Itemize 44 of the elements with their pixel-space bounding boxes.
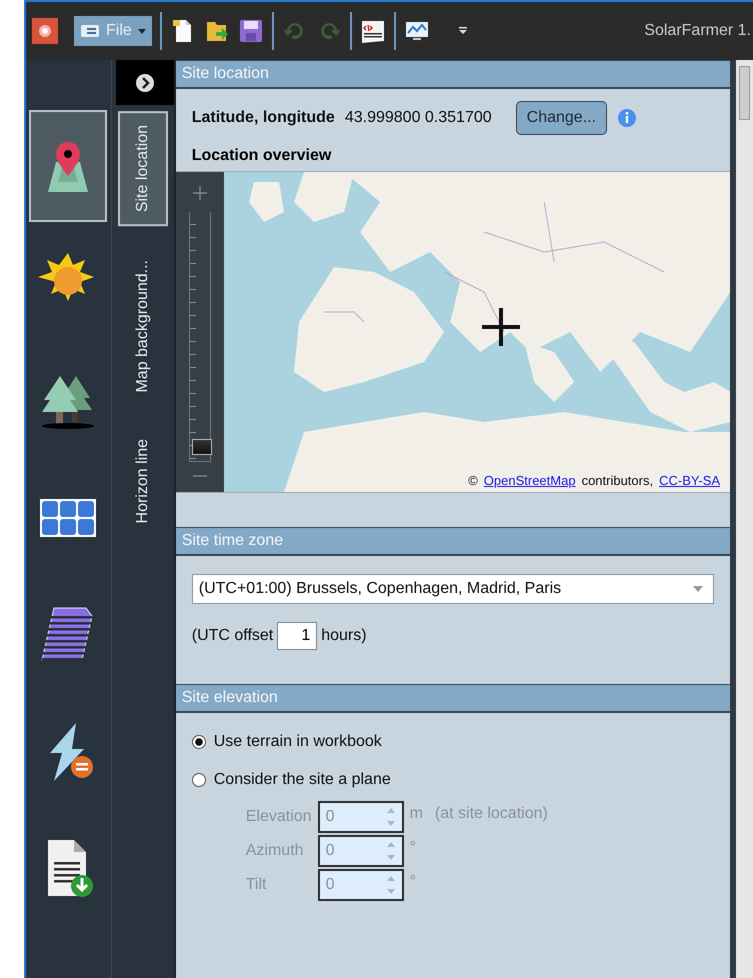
unit-label: °	[410, 839, 416, 857]
vertical-tab[interactable]: Site location	[118, 111, 168, 226]
zoom-in-icon[interactable]	[192, 186, 207, 200]
radio-option[interactable]: Consider the site a plane	[192, 767, 714, 793]
section-header: Site elevation	[176, 684, 730, 713]
collapse-button[interactable]	[116, 60, 174, 105]
openstreetmap-link[interactable]: OpenStreetMap	[484, 473, 576, 488]
app-logo-icon	[32, 18, 58, 44]
field-label: Azimuth	[246, 842, 305, 860]
overflow-icon[interactable]	[458, 26, 468, 36]
section-header: Site time zone	[176, 527, 730, 556]
section-header: Site location	[176, 60, 730, 89]
info-icon[interactable]	[617, 108, 638, 128]
scrollbar[interactable]	[730, 60, 753, 978]
unit-note: (at site location)	[434, 805, 548, 823]
hours-label: hours)	[321, 627, 367, 645]
chevron-right-icon	[134, 72, 155, 92]
coordinates-label: Latitude, longitude	[192, 109, 335, 127]
utc-offset-label: (UTC offset	[192, 627, 274, 645]
menu-icon	[80, 24, 100, 38]
location-overview-label: Location overview	[192, 147, 332, 165]
crosshair-icon	[482, 308, 520, 346]
zoom-slider[interactable]	[188, 212, 211, 462]
code-file-icon[interactable]	[360, 18, 386, 44]
zoom-out-icon[interactable]	[192, 474, 207, 478]
change-button[interactable]: Change...	[516, 101, 608, 135]
unit-label: °	[410, 873, 416, 891]
window-title: SolarFarmer 1.	[644, 22, 752, 40]
attribution-text: contributors,	[582, 473, 654, 488]
save-icon[interactable]	[238, 18, 264, 44]
time-zone-dropdown[interactable]: (UTC+01:00) Brussels, Copenhagen, Madrid, Paris	[192, 574, 714, 604]
utc-offset-field[interactable]: 1	[277, 622, 318, 650]
license-link[interactable]: CC-BY-SA	[659, 473, 720, 488]
copyright-symbol: ©	[468, 473, 478, 488]
caret-icon	[693, 586, 704, 592]
vertical-tab[interactable]: Map background...	[120, 248, 166, 405]
caret-icon	[138, 28, 146, 34]
coordinates-value: 43.999800 0.351700	[344, 109, 492, 127]
vertical-tab[interactable]: Horizon line	[120, 426, 166, 536]
radio-option[interactable]: Use terrain in workbook	[192, 729, 714, 755]
field-label: Tilt	[246, 876, 268, 894]
zoom-slider-thumb[interactable]	[192, 438, 212, 455]
unit-label: m	[410, 805, 423, 823]
field-label: Elevation	[246, 808, 312, 826]
